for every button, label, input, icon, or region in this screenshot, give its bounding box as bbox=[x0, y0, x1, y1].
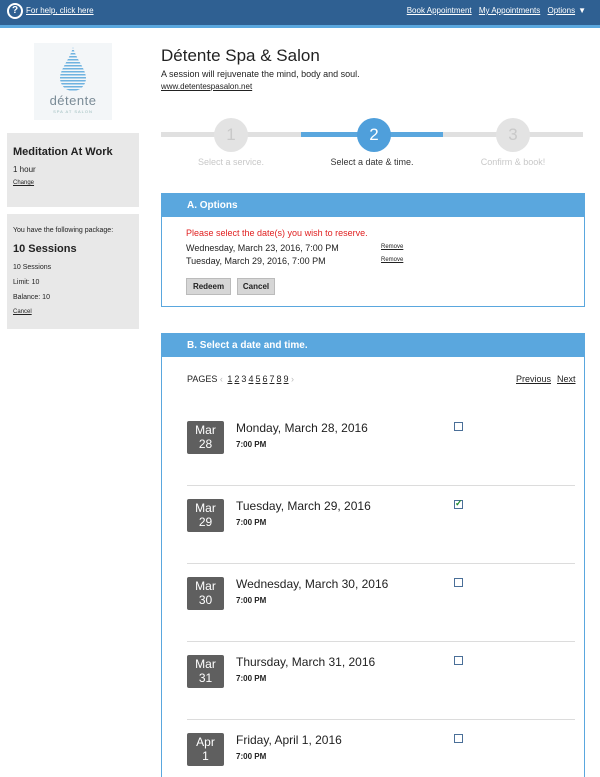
date-badge: Mar 31 bbox=[187, 655, 224, 688]
select-date-checkbox[interactable] bbox=[454, 656, 463, 665]
date-row: Mar 29 Tuesday, March 29, 2016 7:00 PM bbox=[187, 486, 575, 564]
page-link-8[interactable]: 8 bbox=[277, 374, 282, 384]
logo-wordmark: détente bbox=[49, 93, 97, 108]
badge-day: 30 bbox=[198, 593, 213, 607]
badge-month: Apr bbox=[196, 735, 215, 749]
date-badge: Apr 1 bbox=[187, 733, 224, 766]
chevron-right-icon[interactable]: › bbox=[291, 374, 294, 384]
package-balance: Balance: 10 bbox=[13, 294, 50, 301]
row-date: Monday, March 28, 2016 bbox=[236, 421, 368, 435]
badge-day: 29 bbox=[198, 515, 213, 529]
remove-date-1-link[interactable]: Remove bbox=[381, 244, 403, 250]
step-1-circle[interactable]: 1 bbox=[214, 118, 248, 152]
package-limit: Limit: 10 bbox=[13, 279, 40, 286]
options-warning: Please select the date(s) you wish to re… bbox=[186, 228, 368, 238]
pagination: PAGES ‹ 123456789 › bbox=[187, 374, 294, 384]
schedule-header: B. Select a date and time. bbox=[162, 334, 584, 357]
top-bar: ? For help, click here Book Appointment … bbox=[0, 0, 600, 28]
row-date: Tuesday, March 29, 2016 bbox=[236, 499, 371, 513]
badge-month: Mar bbox=[195, 579, 216, 593]
badge-month: Mar bbox=[195, 657, 216, 671]
caret-down-icon[interactable]: ▼ bbox=[578, 6, 586, 15]
step-3-label: Confirm & book! bbox=[480, 157, 546, 167]
question-circle-icon[interactable]: ? bbox=[7, 3, 23, 19]
top-nav: Book Appointment My Appointments Options… bbox=[402, 6, 586, 15]
select-date-checkbox[interactable] bbox=[454, 578, 463, 587]
pages-label: PAGES bbox=[187, 374, 218, 384]
date-badge: Mar 29 bbox=[187, 499, 224, 532]
row-date: Wednesday, March 30, 2016 bbox=[236, 577, 389, 591]
page-link-7[interactable]: 7 bbox=[269, 374, 274, 384]
step-1-label[interactable]: Select a service. bbox=[161, 157, 301, 167]
options-header: A. Options bbox=[162, 194, 584, 217]
badge-day: 31 bbox=[198, 671, 213, 685]
package-panel: You have the following package: 10 Sessi… bbox=[7, 214, 139, 329]
page-link-2[interactable]: 2 bbox=[234, 374, 239, 384]
page-link-4[interactable]: 4 bbox=[248, 374, 253, 384]
row-time: 7:00 PM bbox=[236, 752, 267, 761]
my-appointments-link[interactable]: My Appointments bbox=[479, 6, 540, 15]
row-time: 7:00 PM bbox=[236, 674, 267, 683]
page-link-5[interactable]: 5 bbox=[255, 374, 260, 384]
page-link-1[interactable]: 1 bbox=[227, 374, 232, 384]
service-title: Meditation At Work bbox=[13, 146, 113, 158]
select-date-checkbox[interactable] bbox=[454, 498, 463, 509]
cancel-package-link[interactable]: Cancel bbox=[13, 309, 32, 315]
business-url-link[interactable]: www.detentespasalon.net bbox=[161, 82, 252, 91]
droplet-icon bbox=[60, 47, 86, 91]
schedule-section: B. Select a date and time. PAGES ‹ 12345… bbox=[161, 333, 585, 777]
redeem-button[interactable]: Redeem bbox=[186, 278, 231, 295]
options-section: A. Options Please select the date(s) you… bbox=[161, 193, 585, 307]
step-3-circle: 3 bbox=[496, 118, 530, 152]
business-logo: détente SPA AT SALON bbox=[34, 43, 112, 120]
service-panel: Meditation At Work 1 hour Change bbox=[7, 133, 139, 207]
row-date: Thursday, March 31, 2016 bbox=[236, 655, 376, 669]
cancel-button[interactable]: Cancel bbox=[237, 278, 275, 295]
date-row: Mar 31 Thursday, March 31, 2016 7:00 PM bbox=[187, 642, 575, 720]
help-link[interactable]: For help, click here bbox=[26, 6, 94, 15]
logo-subtext: SPA AT SALON bbox=[53, 109, 93, 114]
select-date-checkbox[interactable] bbox=[454, 422, 463, 431]
row-time: 7:00 PM bbox=[236, 596, 267, 605]
step-2-circle: 2 bbox=[357, 118, 391, 152]
service-duration: 1 hour bbox=[13, 165, 36, 174]
change-service-link[interactable]: Change bbox=[13, 180, 34, 186]
date-row: Apr 1 Friday, April 1, 2016 7:00 PM bbox=[187, 720, 575, 777]
date-row: Mar 28 Monday, March 28, 2016 7:00 PM bbox=[187, 408, 575, 486]
step-2-label: Select a date & time. bbox=[330, 157, 414, 167]
badge-month: Mar bbox=[195, 423, 216, 437]
row-date: Friday, April 1, 2016 bbox=[236, 733, 342, 747]
business-tagline: A session will rejuvenate the mind, body… bbox=[161, 69, 360, 79]
row-time: 7:00 PM bbox=[236, 518, 267, 527]
page-link-3: 3 bbox=[241, 374, 247, 384]
date-badge: Mar 28 bbox=[187, 421, 224, 454]
row-time: 7:00 PM bbox=[236, 440, 267, 449]
page-link-6[interactable]: 6 bbox=[262, 374, 267, 384]
remove-date-2-link[interactable]: Remove bbox=[381, 257, 403, 263]
badge-day: 28 bbox=[198, 437, 213, 451]
package-sessions: 10 Sessions bbox=[13, 264, 52, 271]
previous-link[interactable]: Previous bbox=[516, 374, 551, 384]
business-name: Détente Spa & Salon bbox=[161, 46, 320, 65]
selected-date-1: Wednesday, March 23, 2016, 7:00 PM bbox=[186, 243, 339, 253]
select-date-checkbox[interactable] bbox=[454, 734, 463, 743]
package-intro: You have the following package: bbox=[13, 227, 114, 234]
badge-day: 1 bbox=[202, 749, 209, 763]
package-name: 10 Sessions bbox=[13, 243, 77, 255]
book-appointment-link[interactable]: Book Appointment bbox=[407, 6, 472, 15]
options-menu[interactable]: Options bbox=[548, 6, 576, 15]
chevron-left-icon[interactable]: ‹ bbox=[220, 374, 223, 384]
date-row: Mar 30 Wednesday, March 30, 2016 7:00 PM bbox=[187, 564, 575, 642]
badge-month: Mar bbox=[195, 501, 216, 515]
page-link-9[interactable]: 9 bbox=[284, 374, 289, 384]
selected-date-2: Tuesday, March 29, 2016, 7:00 PM bbox=[186, 256, 326, 266]
next-link[interactable]: Next bbox=[557, 374, 576, 384]
date-badge: Mar 30 bbox=[187, 577, 224, 610]
